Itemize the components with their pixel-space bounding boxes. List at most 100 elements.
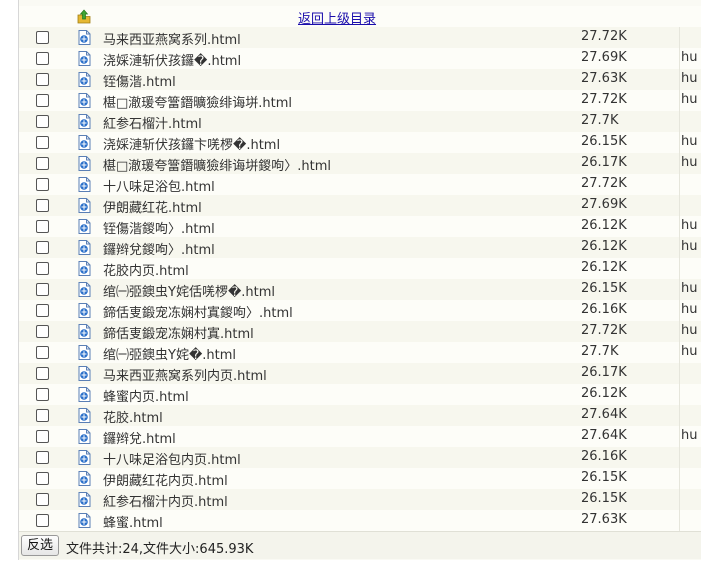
file-row[interactable]: 蜂蜜.html 27.63K bbox=[19, 510, 701, 532]
file-row[interactable]: 花胶内页.html 26.12K bbox=[19, 258, 701, 280]
file-row[interactable]: 花胶.html 27.64K bbox=[19, 405, 701, 427]
html-file-icon bbox=[77, 345, 91, 360]
file-select-checkbox[interactable] bbox=[36, 346, 49, 359]
file-name-link[interactable]: 鑼辫兌.html bbox=[103, 428, 176, 447]
file-row[interactable]: 十八味足浴包.html 27.72K bbox=[19, 174, 701, 196]
file-row[interactable]: 伊朗藏红花.html 27.69K bbox=[19, 195, 701, 217]
file-name-link[interactable]: 鍗佸叓鍛宠冻娴村寘鍐呴〉.html bbox=[103, 302, 293, 321]
file-row[interactable]: 椹□澈瑗夸簹鐕曠獫绯诲垪鍐呴〉.html 26.17K hu bbox=[19, 153, 701, 175]
file-name-link[interactable]: 鑼辫兌鍐呴〉.html bbox=[103, 239, 215, 258]
file-row[interactable]: 鑼辫兌.html 27.64K hu bbox=[19, 426, 701, 448]
file-name-link[interactable]: 蜂蜜.html bbox=[103, 512, 163, 531]
file-select-checkbox[interactable] bbox=[36, 115, 49, 128]
file-select-checkbox[interactable] bbox=[36, 451, 49, 464]
file-size: 26.12K bbox=[581, 386, 627, 401]
file-select-checkbox[interactable] bbox=[36, 52, 49, 65]
file-name-link[interactable]: 铚傷湝鍐呴〉.html bbox=[103, 218, 215, 237]
file-select-checkbox[interactable] bbox=[36, 73, 49, 86]
file-name-link[interactable]: 十八味足浴包内页.html bbox=[103, 449, 241, 468]
html-file-icon bbox=[77, 30, 91, 45]
file-select-checkbox[interactable] bbox=[36, 94, 49, 107]
file-select-checkbox[interactable] bbox=[36, 430, 49, 443]
file-select-checkbox[interactable] bbox=[36, 514, 49, 527]
file-select-checkbox[interactable] bbox=[36, 325, 49, 338]
file-select-checkbox[interactable] bbox=[36, 241, 49, 254]
file-row[interactable]: 绾㈠弬鐭虫Υ姹�.html 27.7K hu bbox=[19, 342, 701, 364]
file-name-link[interactable]: 马来西亚燕窝系列内页.html bbox=[103, 365, 267, 384]
file-name-link[interactable]: 鍗佸叓鍛宠冻娴村寘.html bbox=[103, 323, 254, 342]
file-size: 27.69K bbox=[581, 197, 627, 212]
file-size: 27.72K bbox=[581, 176, 627, 191]
file-row[interactable]: 椹□澈瑗夸簹鐕曠獫绯诲垪.html 27.72K hu bbox=[19, 90, 701, 112]
file-select-checkbox[interactable] bbox=[36, 262, 49, 275]
file-select-checkbox[interactable] bbox=[36, 136, 49, 149]
file-select-checkbox[interactable] bbox=[36, 409, 49, 422]
file-row[interactable]: 紅参石榴汁.html 27.7K bbox=[19, 111, 701, 133]
file-name-link[interactable]: 伊朗藏红花内页.html bbox=[103, 470, 228, 489]
file-name-link[interactable]: 浇婇漣斩伏孩鑼卞唴椤�.html bbox=[103, 134, 280, 153]
file-row[interactable]: 铚傷湝鍐呴〉.html 26.12K hu bbox=[19, 216, 701, 238]
column-divider bbox=[679, 342, 680, 363]
column-divider bbox=[679, 510, 680, 531]
file-select-checkbox[interactable] bbox=[36, 367, 49, 380]
file-name-link[interactable]: 马来西亚燕窝系列.html bbox=[103, 29, 241, 48]
column-divider bbox=[679, 468, 680, 489]
html-file-icon bbox=[77, 366, 91, 381]
file-name-link[interactable]: 紅参石榴汁内页.html bbox=[103, 491, 228, 510]
file-row[interactable]: 紅参石榴汁内页.html 26.15K bbox=[19, 489, 701, 511]
file-select-checkbox[interactable] bbox=[36, 178, 49, 191]
file-select-checkbox[interactable] bbox=[36, 157, 49, 170]
file-name-link[interactable]: 蜂蜜内页.html bbox=[103, 386, 189, 405]
parent-directory-link[interactable]: 返回上级目录 bbox=[298, 8, 376, 27]
file-row[interactable]: 十八味足浴包内页.html 26.16K bbox=[19, 447, 701, 469]
file-select-checkbox[interactable] bbox=[36, 199, 49, 212]
file-name-link[interactable]: 伊朗藏红花.html bbox=[103, 197, 202, 216]
file-name-link[interactable]: 绾㈠弬鐭虫Υ姹佸唴椤�.html bbox=[103, 281, 275, 300]
file-name-link[interactable]: 浇婇漣斩伏孩鑼�.html bbox=[103, 50, 241, 69]
file-row[interactable]: 浇婇漣斩伏孩鑼�.html 27.69K hu bbox=[19, 48, 701, 70]
html-file-icon bbox=[77, 135, 91, 150]
file-row[interactable]: 铚傷湝.html 27.63K hu bbox=[19, 69, 701, 91]
file-row[interactable]: 鍗佸叓鍛宠冻娴村寘.html 27.72K hu bbox=[19, 321, 701, 343]
file-select-checkbox[interactable] bbox=[36, 472, 49, 485]
file-extra-column: hu bbox=[681, 428, 698, 443]
file-name-link[interactable]: 铚傷湝.html bbox=[103, 71, 176, 90]
file-row[interactable]: 绾㈠弬鐭虫Υ姹佸唴椤�.html 26.15K hu bbox=[19, 279, 701, 301]
file-row[interactable]: 马来西亚燕窝系列.html 27.72K bbox=[19, 27, 701, 49]
file-select-checkbox[interactable] bbox=[36, 283, 49, 296]
file-size: 26.16K bbox=[581, 449, 627, 464]
column-divider bbox=[679, 132, 680, 153]
column-divider bbox=[679, 258, 680, 279]
file-list-panel: 返回上级目录 马来西亚燕窝系列.html 27.72K 浇婇漣斩伏孩鑼�.html 2… bbox=[18, 0, 701, 560]
html-file-icon bbox=[77, 198, 91, 213]
file-row[interactable]: 蜂蜜内页.html 26.12K bbox=[19, 384, 701, 406]
file-name-link[interactable]: 紅参石榴汁.html bbox=[103, 113, 202, 132]
html-file-icon bbox=[77, 387, 91, 402]
file-name-link[interactable]: 十八味足浴包.html bbox=[103, 176, 215, 195]
file-row[interactable]: 伊朗藏红花内页.html 26.15K bbox=[19, 468, 701, 490]
file-size: 27.63K bbox=[581, 512, 627, 527]
file-row[interactable]: 马来西亚燕窝系列内页.html 26.17K bbox=[19, 363, 701, 385]
column-divider bbox=[679, 153, 680, 174]
file-size: 27.7K bbox=[581, 344, 619, 359]
file-name-link[interactable]: 椹□澈瑗夸簹鐕曠獫绯诲垪鍐呴〉.html bbox=[103, 155, 331, 174]
file-row[interactable]: 浇婇漣斩伏孩鑼卞唴椤�.html 26.15K hu bbox=[19, 132, 701, 154]
file-name-link[interactable]: 椹□澈瑗夸簹鐕曠獫绯诲垪.html bbox=[103, 92, 292, 111]
html-file-icon bbox=[77, 492, 91, 507]
file-row[interactable]: 鍗佸叓鍛宠冻娴村寘鍐呴〉.html 26.16K hu bbox=[19, 300, 701, 322]
file-name-link[interactable]: 花胶内页.html bbox=[103, 260, 189, 279]
folder-up-icon[interactable] bbox=[77, 9, 91, 24]
invert-selection-button[interactable]: 反选 bbox=[21, 535, 60, 556]
html-file-icon bbox=[77, 219, 91, 234]
file-select-checkbox[interactable] bbox=[36, 220, 49, 233]
html-file-icon bbox=[77, 408, 91, 423]
file-name-link[interactable]: 绾㈠弬鐭虫Υ姹�.html bbox=[103, 344, 236, 363]
html-file-icon bbox=[77, 156, 91, 171]
file-select-checkbox[interactable] bbox=[36, 304, 49, 317]
file-extra-column: hu bbox=[681, 218, 698, 233]
file-select-checkbox[interactable] bbox=[36, 31, 49, 44]
file-select-checkbox[interactable] bbox=[36, 388, 49, 401]
file-row[interactable]: 鑼辫兌鍐呴〉.html 26.12K hu bbox=[19, 237, 701, 259]
file-name-link[interactable]: 花胶.html bbox=[103, 407, 163, 426]
file-select-checkbox[interactable] bbox=[36, 493, 49, 506]
